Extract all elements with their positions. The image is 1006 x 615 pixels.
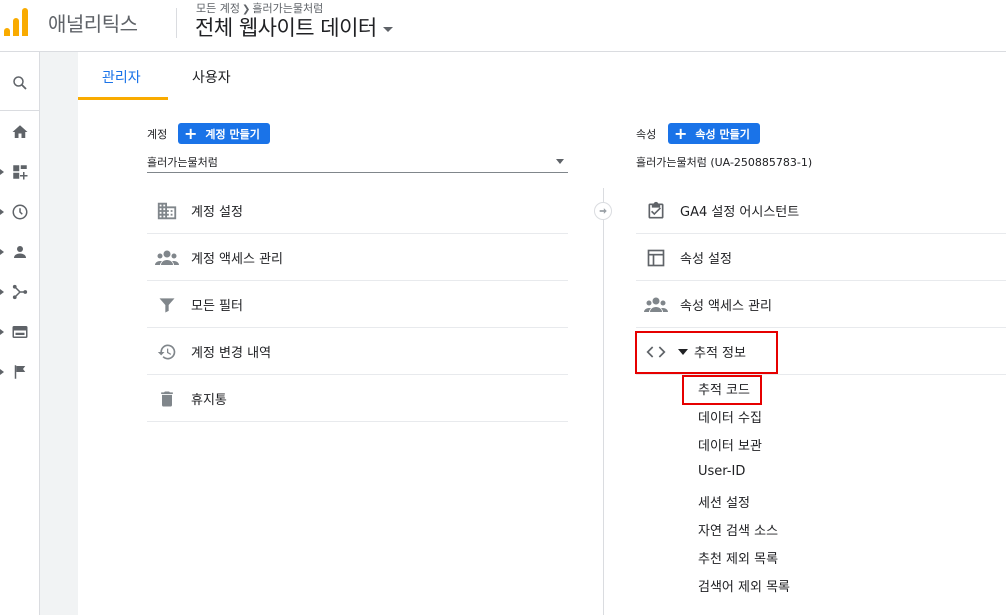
realtime-icon[interactable] bbox=[10, 202, 30, 222]
menu-all-filters[interactable]: 모든 필터 bbox=[147, 282, 568, 328]
view-selector[interactable]: 전체 웹사이트 데이터 bbox=[195, 12, 393, 42]
menu-label: 계정 변경 내역 bbox=[191, 346, 272, 361]
audience-icon[interactable] bbox=[10, 242, 30, 262]
filter-icon bbox=[155, 293, 179, 317]
menu-account-access[interactable]: 계정 액세스 관리 bbox=[147, 235, 568, 281]
app-title: 애널리틱스 bbox=[48, 12, 138, 36]
expand-arrow-icon[interactable] bbox=[0, 209, 4, 215]
menu-label: GA4 설정 어시스턴트 bbox=[680, 205, 800, 220]
create-account-label: 계정 만들기 bbox=[205, 127, 260, 141]
property-selected-value: 흘러가는물처럼 (UA-250885783-1) bbox=[636, 156, 813, 169]
layout-icon bbox=[644, 246, 668, 270]
expand-arrow-icon[interactable] bbox=[0, 169, 4, 175]
plus-icon: + bbox=[184, 123, 198, 143]
acquisition-icon[interactable] bbox=[10, 282, 30, 302]
menu-account-change-history[interactable]: 계정 변경 내역 bbox=[147, 329, 568, 375]
menu-ga4-setup-assistant[interactable]: GA4 설정 어시스턴트 bbox=[636, 188, 1006, 234]
menu-label: 속성 액세스 관리 bbox=[680, 299, 772, 314]
submenu-referral-exclusion[interactable]: 추천 제외 목록 bbox=[698, 548, 778, 567]
trash-icon bbox=[155, 387, 179, 411]
expand-arrow-icon[interactable] bbox=[0, 289, 4, 295]
submenu-user-id[interactable]: User-ID bbox=[698, 464, 745, 479]
analytics-logo-icon[interactable] bbox=[4, 6, 32, 36]
account-column-label: 계정 bbox=[147, 128, 168, 141]
menu-label: 휴지통 bbox=[191, 393, 227, 408]
property-selector[interactable]: 흘러가는물처럼 (UA-250885783-1) bbox=[636, 151, 1006, 173]
account-selector[interactable]: 흘러가는물처럼 bbox=[147, 151, 568, 173]
create-property-button[interactable]: + 속성 만들기 bbox=[668, 123, 760, 144]
tab-user[interactable]: 사용자 bbox=[192, 67, 231, 87]
submenu-data-retention[interactable]: 데이터 보관 bbox=[698, 435, 762, 454]
menu-property-access[interactable]: 속성 액세스 관리 bbox=[636, 282, 1006, 328]
highlight-box bbox=[682, 375, 762, 405]
behavior-icon[interactable] bbox=[10, 322, 30, 342]
create-property-label: 속성 만들기 bbox=[695, 127, 750, 141]
expand-arrow-icon[interactable] bbox=[0, 329, 4, 335]
submenu-data-collection[interactable]: 데이터 수집 bbox=[698, 407, 762, 426]
column-connector bbox=[603, 188, 604, 615]
building-icon bbox=[155, 199, 179, 223]
highlight-box bbox=[635, 331, 778, 374]
search-icon[interactable] bbox=[10, 73, 30, 93]
submenu-search-term-exclusion[interactable]: 검색어 제외 목록 bbox=[698, 576, 790, 595]
home-icon[interactable] bbox=[10, 122, 30, 142]
submenu-organic-search-sources[interactable]: 자연 검색 소스 bbox=[698, 520, 778, 539]
menu-label: 계정 액세스 관리 bbox=[191, 252, 283, 267]
arrow-right-circle-icon bbox=[594, 202, 612, 220]
admin-tabs: 관리자 사용자 bbox=[78, 52, 1006, 100]
dropdown-arrow-icon bbox=[556, 159, 564, 164]
customization-icon[interactable] bbox=[10, 162, 30, 182]
top-header: 애널리틱스 모든 계정 ❯ 흘러가는물처럼 전체 웹사이트 데이터 bbox=[0, 0, 1006, 52]
submenu-session-settings[interactable]: 세션 설정 bbox=[698, 492, 750, 511]
expand-arrow-icon[interactable] bbox=[0, 249, 4, 255]
menu-property-settings[interactable]: 속성 설정 bbox=[636, 235, 1006, 281]
property-column-label: 속성 bbox=[636, 128, 657, 141]
expand-arrow-icon[interactable] bbox=[0, 369, 4, 375]
checklist-icon bbox=[644, 199, 668, 223]
plus-icon: + bbox=[674, 123, 688, 143]
sidebar-divider bbox=[0, 110, 40, 111]
menu-account-settings[interactable]: 계정 설정 bbox=[147, 188, 568, 234]
history-icon bbox=[155, 340, 179, 364]
menu-label: 속성 설정 bbox=[680, 252, 732, 267]
account-selected-value: 흘러가는물처럼 bbox=[147, 156, 218, 169]
people-icon bbox=[155, 246, 179, 270]
left-nav bbox=[0, 52, 40, 615]
menu-label: 계정 설정 bbox=[191, 205, 243, 220]
create-account-button[interactable]: + 계정 만들기 bbox=[178, 123, 270, 144]
header-divider bbox=[176, 8, 177, 38]
caret-down-icon bbox=[382, 26, 393, 32]
view-title: 전체 웹사이트 데이터 bbox=[195, 16, 377, 40]
conversions-icon[interactable] bbox=[10, 362, 30, 382]
people-icon bbox=[644, 293, 668, 317]
tab-admin[interactable]: 관리자 bbox=[102, 67, 141, 87]
menu-trash[interactable]: 휴지통 bbox=[147, 376, 568, 422]
menu-label: 모든 필터 bbox=[191, 299, 243, 314]
admin-panel: 계정 + 계정 만들기 흘러가는물처럼 계정 설정 계정 액세스 관리 모든 필터… bbox=[78, 100, 1006, 615]
